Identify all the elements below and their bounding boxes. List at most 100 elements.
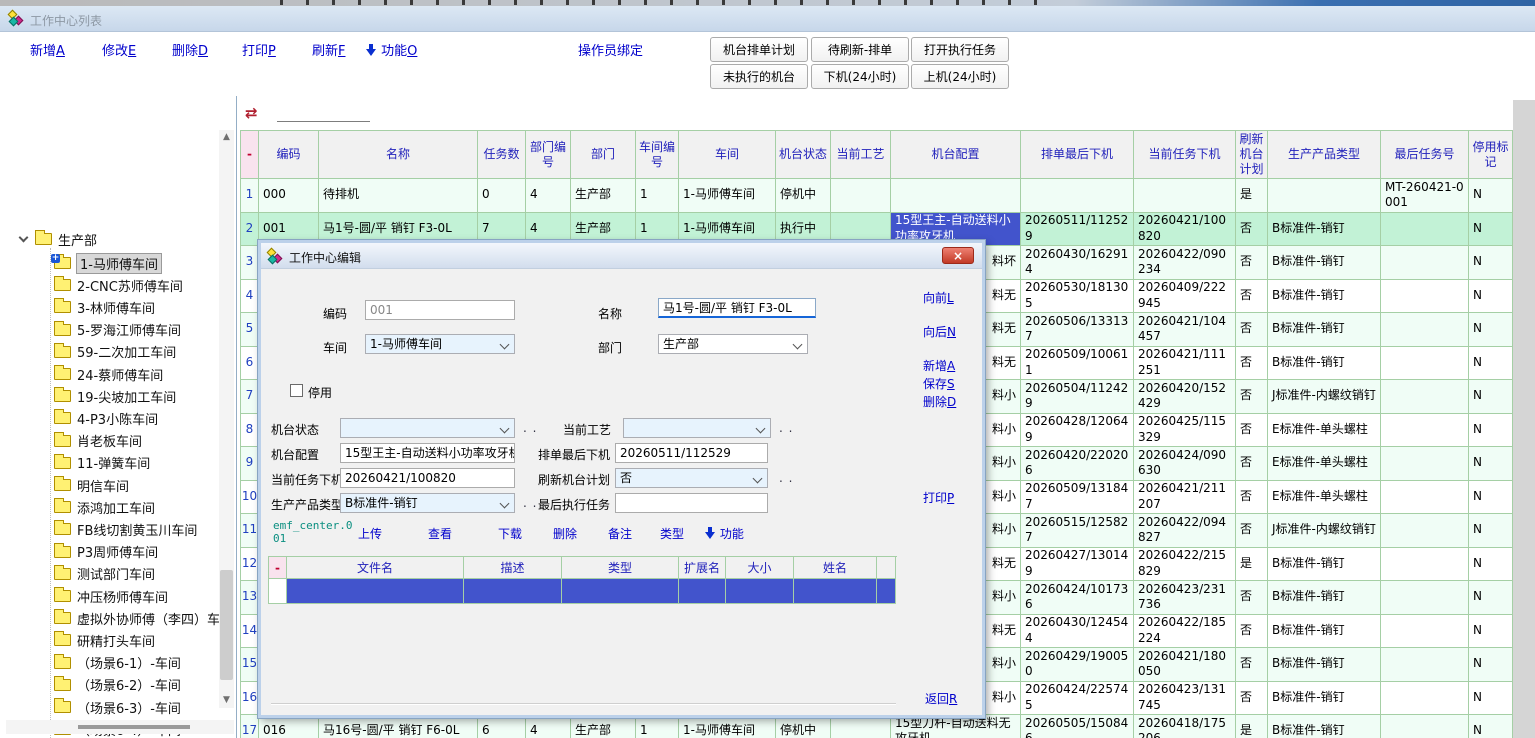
download-link[interactable]: 下载 bbox=[498, 525, 522, 542]
swap-columns-icon[interactable]: ⇄ bbox=[245, 104, 258, 122]
current-process-select[interactable] bbox=[623, 418, 771, 438]
column-header[interactable]: 车间 bbox=[679, 131, 776, 179]
scroll-down-icon[interactable]: ▼ bbox=[219, 693, 234, 708]
refresh-plan-more[interactable]: . . bbox=[779, 471, 793, 485]
toolbar-delete-link[interactable]: 删除D bbox=[172, 40, 208, 59]
tree-item[interactable]: +1-马师傅车间 bbox=[54, 254, 161, 272]
column-header[interactable]: 车间编号 bbox=[636, 131, 679, 179]
machine-config-field[interactable]: 15型王主-自动送料小功率攻牙机 bbox=[340, 443, 515, 463]
attachment-column-header[interactable]: 扩展名 bbox=[679, 557, 726, 579]
dept-select[interactable]: 生产部 bbox=[658, 334, 808, 354]
column-header[interactable]: 部门 bbox=[571, 131, 636, 179]
table-row[interactable]: 1000待排机04生产部11-马师傅车间停机中是MT-260421-0001N bbox=[241, 179, 1513, 213]
column-header[interactable]: 当前工艺 bbox=[831, 131, 891, 179]
disable-checkbox[interactable] bbox=[290, 384, 303, 397]
tree-item[interactable]: 冲压杨师傅车间 bbox=[54, 587, 168, 605]
tree-item[interactable]: 11-弹簧车间 bbox=[54, 454, 150, 472]
tree-item[interactable]: 2-CNC苏师傅车间 bbox=[54, 276, 183, 294]
toolbar-edit-link[interactable]: 修改E bbox=[102, 40, 136, 59]
tree-horizontal-scrollbar[interactable] bbox=[6, 720, 234, 734]
column-header[interactable]: 生产产品类型 bbox=[1268, 131, 1381, 179]
attachment-column-header[interactable]: - bbox=[269, 557, 287, 579]
scroll-up-icon[interactable]: ▲ bbox=[219, 130, 234, 145]
tree-item[interactable]: 4-P3小陈车间 bbox=[54, 409, 158, 427]
return-link[interactable]: 返回R bbox=[925, 690, 957, 707]
view-link[interactable]: 查看 bbox=[428, 525, 452, 542]
table-row[interactable]: 17016马16号-圆/平 销钉 F6-0L64生产部11-马师傅车间停机中15… bbox=[241, 715, 1513, 738]
column-header[interactable]: 任务数 bbox=[478, 131, 526, 179]
tree-expand-icon[interactable] bbox=[19, 233, 29, 243]
schedule-last-off-field[interactable]: 20260511/112529 bbox=[615, 443, 768, 463]
machine-status-more[interactable]: . . bbox=[523, 421, 537, 435]
machine-status-select[interactable] bbox=[340, 418, 515, 438]
workshop-select[interactable]: 1-马师傅车间 bbox=[365, 334, 515, 354]
delete-link[interactable]: 删除D bbox=[923, 393, 956, 410]
operator-binding-link[interactable]: 操作员绑定 bbox=[578, 40, 643, 59]
tree-item[interactable]: 3-林师傅车间 bbox=[54, 298, 155, 316]
machine-schedule-plan-button[interactable]: 机台排单计划 bbox=[710, 37, 808, 62]
save-link[interactable]: 保存S bbox=[923, 375, 955, 392]
tree-item[interactable]: P3周师傅车间 bbox=[54, 543, 158, 561]
delete-attachment-link[interactable]: 删除 bbox=[553, 525, 577, 542]
dialog-titlebar[interactable]: 工作中心编辑 × bbox=[261, 243, 982, 269]
idle-machines-button[interactable]: 未执行的机台 bbox=[710, 64, 808, 89]
on-machine-24h-button[interactable]: 上机(24小时) bbox=[911, 64, 1009, 89]
column-header[interactable]: 停用标记 bbox=[1469, 131, 1513, 179]
toolbar-print-link[interactable]: 打印P bbox=[242, 40, 276, 59]
column-header[interactable]: 最后任务号 bbox=[1381, 131, 1469, 179]
column-header[interactable]: 刷新机台计划 bbox=[1236, 131, 1268, 179]
attachment-function-link[interactable]: 功能 bbox=[705, 525, 744, 542]
column-header[interactable]: 编码 bbox=[259, 131, 319, 179]
off-machine-24h-button[interactable]: 下机(24小时) bbox=[811, 64, 909, 89]
last-exec-task-field[interactable] bbox=[615, 493, 768, 513]
tree-vertical-scrollbar[interactable]: ▲ ▼ bbox=[219, 130, 234, 708]
tree-item[interactable]: 肖老板车间 bbox=[54, 432, 142, 450]
tree-item[interactable]: 19-尖坡加工车间 bbox=[54, 387, 176, 405]
tree-item[interactable]: 明信车间 bbox=[54, 476, 129, 494]
attachment-column-header[interactable]: 文件名 bbox=[287, 557, 464, 579]
toolbar-refresh-link[interactable]: 刷新F bbox=[312, 40, 346, 59]
tree-item[interactable]: FB线切割黄玉川车间 bbox=[54, 520, 197, 538]
column-header[interactable]: 排单最后下机 bbox=[1021, 131, 1134, 179]
attachment-column-header[interactable]: 类型 bbox=[562, 557, 679, 579]
upload-link[interactable]: 上传 bbox=[358, 525, 382, 542]
product-type-more[interactable]: . . bbox=[523, 496, 537, 510]
attachment-column-header[interactable]: 姓名 bbox=[794, 557, 877, 579]
column-header[interactable]: 机台配置 bbox=[891, 131, 1021, 179]
tree-root-production-dept[interactable]: 生产部 bbox=[20, 230, 97, 248]
remark-link[interactable]: 备注 bbox=[608, 525, 632, 542]
product-type-select[interactable]: B标准件-销钉 bbox=[340, 493, 515, 513]
tree-item[interactable]: （场景6-2）-车间 bbox=[54, 676, 181, 694]
close-button[interactable]: × bbox=[942, 247, 974, 264]
name-field[interactable]: 马1号-圆/平 销钉 F3-0L bbox=[658, 298, 816, 318]
attachment-column-header[interactable] bbox=[877, 557, 896, 579]
tree-item[interactable]: 59-二次加工车间 bbox=[54, 343, 176, 361]
current-task-off-field[interactable]: 20260421/100820 bbox=[340, 468, 515, 488]
toolbar-function-link[interactable]: 功能O bbox=[366, 40, 417, 59]
type-link[interactable]: 类型 bbox=[660, 525, 684, 542]
attachment-column-header[interactable]: 描述 bbox=[464, 557, 562, 579]
next-link[interactable]: 向后N bbox=[923, 323, 956, 340]
scroll-thumb[interactable] bbox=[220, 570, 233, 680]
attachment-column-header[interactable]: 大小 bbox=[726, 557, 794, 579]
column-header[interactable]: 名称 bbox=[319, 131, 478, 179]
open-running-tasks-button[interactable]: 打开执行任务 bbox=[911, 37, 1009, 62]
tree-item[interactable]: 虚拟外协师傅（李四）车间 bbox=[54, 609, 233, 627]
tree-item[interactable]: 研精打头车间 bbox=[54, 631, 155, 649]
prev-link[interactable]: 向前L bbox=[923, 289, 954, 306]
refresh-plan-select[interactable]: 否 bbox=[615, 468, 768, 488]
print-link[interactable]: 打印P bbox=[923, 489, 954, 506]
tree-item[interactable]: （场景6-3）-车间 bbox=[54, 698, 181, 716]
column-header[interactable]: 机台状态 bbox=[776, 131, 831, 179]
attachment-selected-row[interactable] bbox=[269, 579, 897, 604]
tree-item[interactable]: 添鸿加工车间 bbox=[54, 498, 155, 516]
pending-refresh-schedule-button[interactable]: 待刷新-排单 bbox=[811, 37, 909, 62]
tree-item[interactable]: 5-罗海江师傅车间 bbox=[54, 321, 181, 339]
toolbar-add-link[interactable]: 新增A bbox=[30, 40, 65, 59]
current-process-more[interactable]: . . bbox=[779, 421, 793, 435]
scroll-thumb[interactable] bbox=[78, 725, 190, 729]
column-header[interactable]: 当前任务下机 bbox=[1134, 131, 1236, 179]
code-field[interactable]: 001 bbox=[365, 300, 515, 320]
filter-underline[interactable] bbox=[277, 121, 370, 122]
tree-item[interactable]: 24-蔡师傅车间 bbox=[54, 365, 163, 383]
